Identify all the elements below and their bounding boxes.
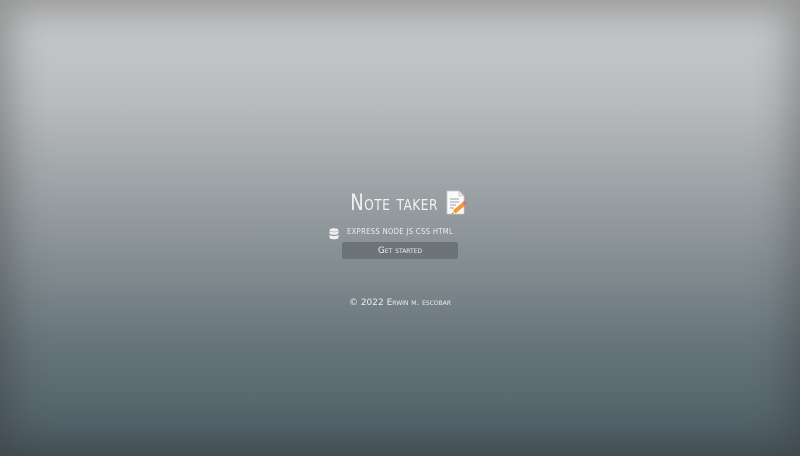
tech-stack-row: express node js css html — [329, 224, 472, 240]
title-row: Note taker — [331, 186, 470, 220]
memo-pencil-icon — [445, 190, 469, 216]
database-icon — [329, 225, 339, 240]
footer-copyright: © 2022 Erwin m. escobar — [348, 298, 452, 308]
tech-stack-text: express node js css html — [346, 226, 453, 236]
get-started-button[interactable]: Get started — [342, 242, 458, 259]
hero-section: Note taker EXPRESS NODE JS CSS HTML Get … — [0, 186, 800, 259]
page-title: Note taker — [349, 190, 438, 216]
